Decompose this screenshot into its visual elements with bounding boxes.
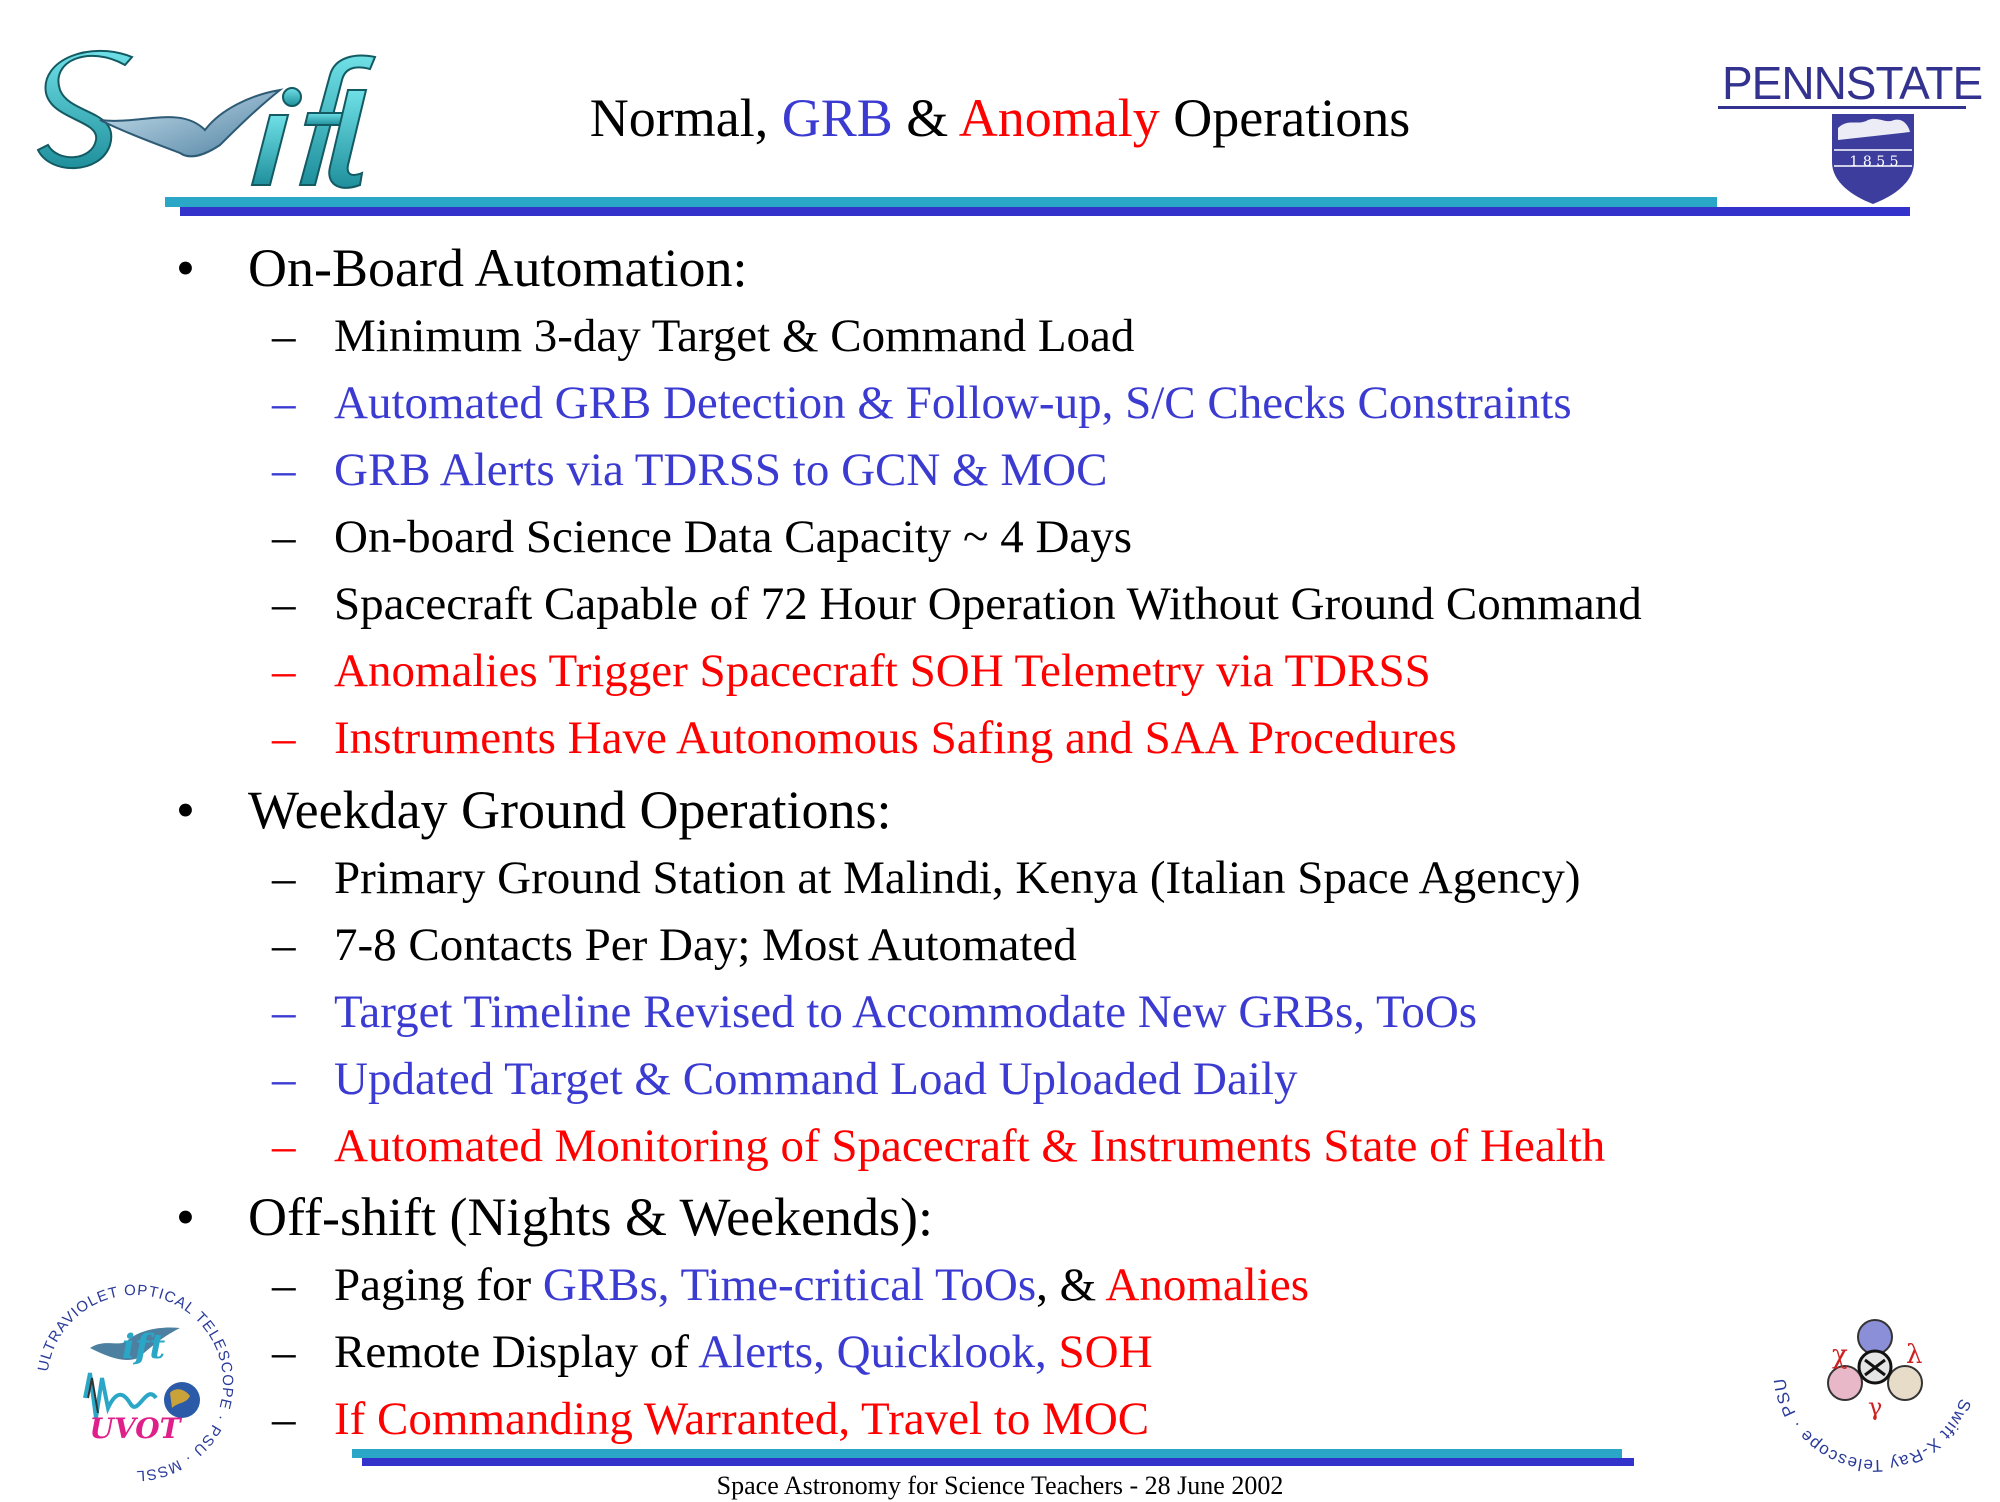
list-item: –7-8 Contacts Per Day; Most Automated xyxy=(272,917,1077,973)
pennstate-wordmark: PENNSTATE xyxy=(1722,57,1983,109)
svg-text:ift: ift xyxy=(122,1327,166,1367)
header-rule-cyan xyxy=(165,197,1717,207)
dash-icon: – xyxy=(272,1393,296,1445)
list-item: – Anomalies Trigger Spacecraft SOH Teleme… xyxy=(272,643,1431,699)
bullet-icon: • xyxy=(176,1187,195,1247)
pennstate-logo: PENNSTATE 1 8 5 5 xyxy=(1718,58,1983,208)
list-item: – Minimum 3-day Target & Command Load xyxy=(272,308,1135,364)
footer-rule-navy xyxy=(362,1458,1634,1466)
list-item: – Paging for GRBs, Time-critical ToOs, & … xyxy=(272,1257,1310,1313)
bullet-icon: • xyxy=(176,780,195,840)
dash-icon: – xyxy=(272,310,296,362)
list-item-text: Paging for xyxy=(334,1259,543,1311)
list-item-text: Automated Monitoring of Spacecraft & Ins… xyxy=(334,1120,1606,1172)
dash-icon: – xyxy=(272,919,296,971)
list-item-text: , & xyxy=(1036,1259,1106,1311)
list-item: – If Commanding Warranted, Travel to MOC xyxy=(272,1391,1150,1447)
title-part: GRB xyxy=(781,88,893,148)
list-item-text: Anomalies xyxy=(1105,1259,1310,1311)
uvot-logo: ULTRAVIOLET OPTICAL TELESCOPE · PSU · MS… xyxy=(30,1278,240,1488)
section-heading: • On-Board Automation: xyxy=(176,238,748,298)
section-heading-text: Off-shift (Nights & Weekends): xyxy=(248,1187,934,1247)
dash-icon: – xyxy=(272,1326,296,1378)
section-heading-text: On-Board Automation: xyxy=(248,238,748,298)
dash-icon: – xyxy=(272,645,296,697)
dash-icon: – xyxy=(272,511,296,563)
list-item-text: Automated GRB Detection & Follow-up, S/C… xyxy=(334,377,1572,429)
dash-icon: – xyxy=(272,1259,296,1311)
list-item: – Primary Ground Station at Malindi, Keny… xyxy=(272,850,1581,906)
list-item-text: GRB Alerts via TDRSS to GCN & MOC xyxy=(334,444,1108,496)
list-item-text: SOH xyxy=(1058,1326,1153,1378)
uvot-label: UVOT xyxy=(90,1412,183,1445)
list-item-text: Spacecraft Capable of 72 Hour Operation … xyxy=(334,578,1642,630)
svg-text:γ: γ xyxy=(1868,1393,1882,1421)
list-item: – On-board Science Data Capacity ~ 4 Days xyxy=(272,509,1133,565)
list-item-text: Target Timeline Revised to Accommodate N… xyxy=(334,986,1478,1038)
pennstate-year: 1 8 5 5 xyxy=(1849,154,1899,170)
dash-icon: – xyxy=(272,986,296,1038)
uvot-logo-graphic: ULTRAVIOLET OPTICAL TELESCOPE · PSU · MS… xyxy=(35,1282,235,1484)
list-item-text: Remote Display of xyxy=(334,1326,699,1378)
dash-icon: – xyxy=(272,1120,296,1172)
pennstate-underline xyxy=(1718,106,1966,109)
title-part: & xyxy=(892,88,959,148)
dash-icon: – xyxy=(272,444,296,496)
list-item-text: 7-8 Contacts Per Day; Most Automated xyxy=(334,919,1077,971)
list-item-text: Anomalies Trigger Spacecraft SOH Telemet… xyxy=(334,645,1431,697)
slide-title: Normal, GRB & Anomaly Operations xyxy=(0,86,2000,150)
bullet-icon: • xyxy=(176,238,195,298)
list-item-text: GRBs, Time-critical ToOs xyxy=(542,1259,1037,1311)
svg-text:λ: λ xyxy=(1906,1340,1922,1370)
dash-icon: – xyxy=(272,1053,296,1105)
list-item: – Automated GRB Detection & Follow-up, S/… xyxy=(272,375,1572,431)
header-rule-navy xyxy=(180,207,1910,216)
xrt-logo: Swift X-Ray Telescope · PSU · LU · OAB χ… xyxy=(1763,1250,1980,1475)
title-part: Operations xyxy=(1159,88,1411,148)
list-item-text: On-board Science Data Capacity ~ 4 Days xyxy=(334,511,1133,563)
list-item-text: Primary Ground Station at Malindi, Kenya… xyxy=(334,852,1581,904)
title-part: Normal, xyxy=(589,88,782,148)
list-item-text: Alerts, Quicklook, xyxy=(698,1326,1059,1378)
list-item-text: Minimum 3-day Target & Command Load xyxy=(334,310,1135,362)
list-item-text: If Commanding Warranted, Travel to MOC xyxy=(334,1393,1150,1445)
list-item-text: Updated Target & Command Load Uploaded D… xyxy=(334,1053,1298,1105)
dash-icon: – xyxy=(272,578,296,630)
xrt-logo-graphic: Swift X-Ray Telescope · PSU · LU · OAB χ… xyxy=(1763,1250,1975,1475)
section-heading-text: Weekday Ground Operations: xyxy=(248,780,892,840)
section-heading: • Weekday Ground Operations: xyxy=(176,780,892,840)
list-item: – GRB Alerts via TDRSS to GCN & MOC xyxy=(272,442,1108,498)
section-heading: • Off-shift (Nights & Weekends): xyxy=(176,1187,934,1247)
dash-icon: – xyxy=(272,852,296,904)
list-item: – Instruments Have Autonomous Safing and … xyxy=(272,710,1457,766)
list-item: – Spacecraft Capable of 72 Hour Operation… xyxy=(272,576,1642,632)
list-item: – Target Timeline Revised to Accommodate … xyxy=(272,984,1478,1040)
slide-footer: Space Astronomy for Science Teachers - 2… xyxy=(716,1471,1284,1500)
list-item: – Remote Display of Alerts, Quicklook, SO… xyxy=(272,1324,1153,1380)
title-part: Anomaly xyxy=(958,88,1160,148)
list-item: – Automated Monitoring of Spacecraft & In… xyxy=(272,1118,1606,1174)
dash-icon: – xyxy=(272,712,296,764)
list-item-text: Instruments Have Autonomous Safing and S… xyxy=(334,712,1457,764)
dash-icon: – xyxy=(272,377,296,429)
list-item: – Updated Target & Command Load Uploaded … xyxy=(272,1051,1298,1107)
svg-text:χ: χ xyxy=(1832,1340,1848,1370)
footer-rule-cyan xyxy=(352,1449,1622,1458)
